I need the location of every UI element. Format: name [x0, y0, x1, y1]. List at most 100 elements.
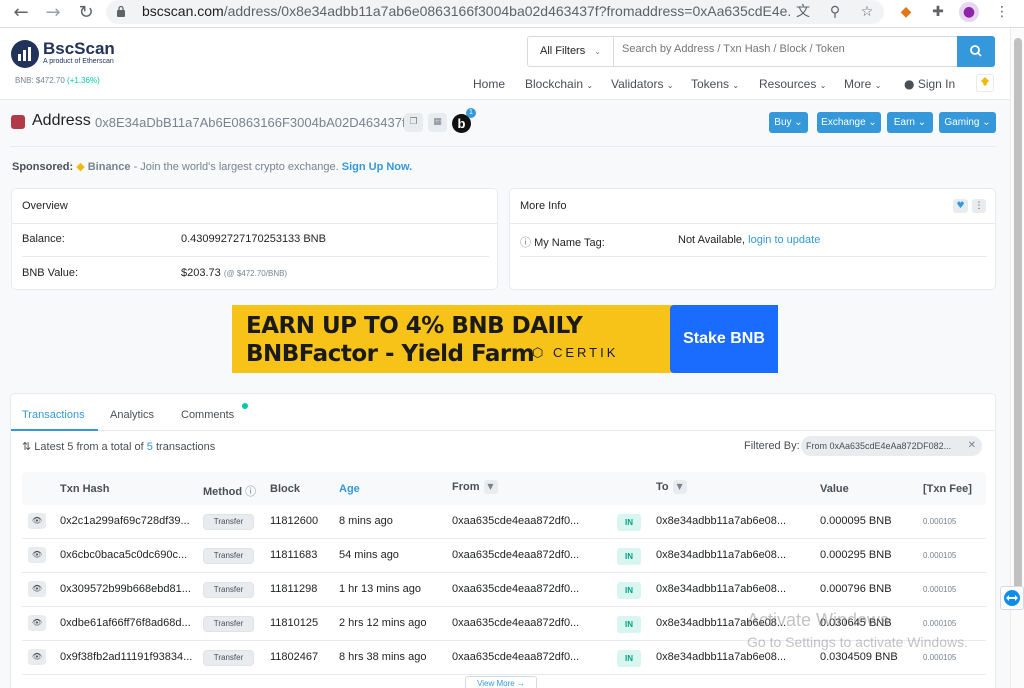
overview-card: Overview Balance: 0.430992727170253133 B… — [11, 188, 498, 290]
name-tag-value: Not Available, login to update — [678, 234, 821, 246]
translate-icon[interactable]: 文 — [794, 3, 812, 21]
tab-transactions[interactable]: Transactions — [22, 409, 85, 421]
exchange-button[interactable]: Exchange ⌄ — [817, 112, 881, 133]
from-link[interactable]: 0xaa635cde4eaa872df0... — [452, 515, 579, 527]
metamask-fox-icon[interactable]: ◆ — [896, 2, 916, 22]
filter-chip[interactable]: From 0xAa635cdE4eAa872DF082... ✕ — [801, 436, 982, 456]
browser-menu-icon[interactable]: ⋮ — [992, 2, 1012, 22]
eye-icon[interactable]: 👁 — [28, 513, 46, 529]
heart-icon[interactable]: ♥ — [953, 199, 968, 213]
tab-analytics[interactable]: Analytics — [110, 409, 154, 421]
search-input[interactable] — [622, 43, 952, 55]
value-cell: 0.000095 BNB — [820, 515, 892, 527]
tab-comments[interactable]: Comments — [181, 409, 234, 421]
nav-more[interactable]: More ⌄ — [844, 77, 881, 91]
activate-windows-subtitle: Go to Settings to activate Windows. — [747, 634, 968, 650]
col-txn-hash: Txn Hash — [60, 483, 110, 495]
nav-home[interactable]: Home — [473, 77, 505, 91]
from-link[interactable]: 0xaa635cde4eaa872df0... — [452, 583, 579, 595]
bscscan-logo-icon[interactable] — [11, 40, 39, 68]
eye-icon[interactable]: 👁 — [28, 581, 46, 597]
address-hash: 0x8E34aDbB11a7Ab6E0863166F3004bA02D46343… — [95, 115, 406, 130]
zoom-icon[interactable]: ⚲ — [826, 3, 844, 21]
back-arrow-icon[interactable]: ← — [9, 2, 33, 24]
copy-icon[interactable]: ❐ — [404, 113, 423, 132]
banner-headline: EARN UP TO 4% BNB DAILY — [246, 313, 583, 339]
from-link[interactable]: 0xaa635cde4eaa872df0... — [452, 651, 579, 663]
active-tab-indicator — [11, 429, 98, 431]
certik-logo: ⬡ CERTIK — [532, 345, 619, 360]
block-link[interactable]: 11802467 — [270, 651, 318, 663]
block-link[interactable]: 11810125 — [270, 617, 318, 629]
qr-code-icon[interactable]: ▦ — [428, 113, 447, 132]
fee-cell: 0.000105 — [923, 551, 957, 560]
col-to: To ▼ — [656, 480, 687, 494]
gaming-button[interactable]: Gaming ⌄ — [939, 112, 996, 133]
bnb-price: BNB: $472.70 (+1.36%) — [15, 76, 100, 85]
sign-in-link[interactable]: ● Sign In — [904, 77, 955, 91]
lock-icon — [117, 5, 125, 17]
view-more-button[interactable]: View More → — [465, 676, 537, 688]
txn-hash-link[interactable]: 0x2c1a299af69c728df39... — [60, 515, 190, 527]
filter-select[interactable]: All Filters ⌄ — [528, 37, 614, 66]
nav-blockchain[interactable]: Blockchain ⌄ — [525, 77, 593, 91]
reload-icon[interactable]: ↻ — [74, 2, 98, 24]
bnb-value: $203.73 (@ $472.70/BNB) — [181, 267, 288, 279]
filter-icon[interactable]: ▼ — [483, 480, 498, 494]
age-cell: 54 mins ago — [339, 549, 399, 561]
earn-button[interactable]: Earn ⌄ — [887, 112, 933, 133]
comments-dot — [242, 403, 248, 409]
txn-hash-link[interactable]: 0x309572b99b668ebd81... — [60, 583, 191, 595]
bnb-value-label: BNB Value: — [22, 267, 79, 279]
buy-button[interactable]: Buy ⌄ — [769, 112, 808, 133]
nav-validators[interactable]: Validators ⌄ — [611, 77, 674, 91]
scroll-thumb[interactable] — [1014, 38, 1022, 598]
teamviewer-icon[interactable] — [1000, 586, 1024, 610]
sponsored-signup-link[interactable]: Sign Up Now. — [342, 161, 412, 173]
search-button[interactable] — [957, 36, 995, 67]
txn-hash-link[interactable]: 0x6cbc0baca5c0dc690c... — [60, 549, 187, 561]
table-row: 👁 0x6cbc0baca5c0dc690c... Transfer 11811… — [22, 539, 986, 573]
filtered-by-label: Filtered By: — [744, 440, 800, 452]
eye-icon[interactable]: 👁 — [28, 615, 46, 631]
binance-icon: ◆ — [76, 160, 85, 173]
from-link[interactable]: 0xaa635cde4eaa872df0... — [452, 549, 579, 561]
filter-icon[interactable]: ▼ — [672, 480, 687, 494]
ad-banner[interactable]: EARN UP TO 4% BNB DAILY BNBFactor - Yiel… — [232, 305, 778, 373]
info-icon[interactable]: ⓘ — [245, 485, 256, 498]
balance-label: Balance: — [22, 233, 65, 245]
name-tag-label: ⓘ My Name Tag: — [520, 236, 605, 249]
extensions-puzzle-icon[interactable]: ✚ — [928, 2, 948, 22]
txn-summary: ⇅ Latest 5 from a total of 5 transaction… — [22, 440, 216, 453]
method-badge: Transfer — [203, 514, 254, 530]
stake-bnb-button[interactable]: Stake BNB — [670, 305, 778, 373]
eye-icon[interactable]: 👁 — [28, 547, 46, 563]
profile-avatar-icon[interactable]: ● — [959, 2, 979, 22]
balance-value: 0.430992727170253133 BNB — [181, 233, 326, 245]
bookmark-star-icon[interactable]: ☆ — [858, 3, 876, 21]
bnb-network-icon[interactable] — [976, 74, 994, 92]
block-link[interactable]: 11811298 — [270, 583, 317, 595]
txn-hash-link[interactable]: 0x9f38fb2ad11191f93834... — [60, 651, 192, 663]
forward-arrow-icon[interactable]: → — [41, 2, 65, 24]
fee-cell: 0.000105 — [923, 517, 957, 526]
col-value: Value — [820, 483, 849, 495]
login-to-update-link[interactable]: login to update — [748, 234, 820, 246]
nav-tokens[interactable]: Tokens ⌄ — [691, 77, 739, 91]
in-badge: IN — [617, 582, 641, 599]
from-link[interactable]: 0xaa635cde4eaa872df0... — [452, 617, 579, 629]
block-link[interactable]: 11812600 — [270, 515, 318, 527]
sort-icon: ⇅ — [22, 440, 32, 453]
overview-title: Overview — [12, 189, 497, 224]
address-bar[interactable]: bscscan.com/address/0x8e34adbb11a7ab6e08… — [106, 0, 884, 24]
eye-icon[interactable]: 👁 — [28, 649, 46, 665]
close-icon[interactable]: ✕ — [968, 436, 976, 456]
nav-resources[interactable]: Resources ⌄ — [759, 77, 826, 91]
logo-title[interactable]: BscScan — [43, 39, 115, 59]
more-options-icon[interactable]: ⋮ — [972, 199, 986, 213]
col-age[interactable]: Age — [339, 483, 360, 495]
block-link[interactable]: 11811683 — [270, 549, 317, 561]
value-cell: 0.000796 BNB — [820, 583, 892, 595]
in-badge: IN — [617, 548, 641, 565]
txn-hash-link[interactable]: 0xdbe61af66ff76f8ad68d... — [60, 617, 191, 629]
